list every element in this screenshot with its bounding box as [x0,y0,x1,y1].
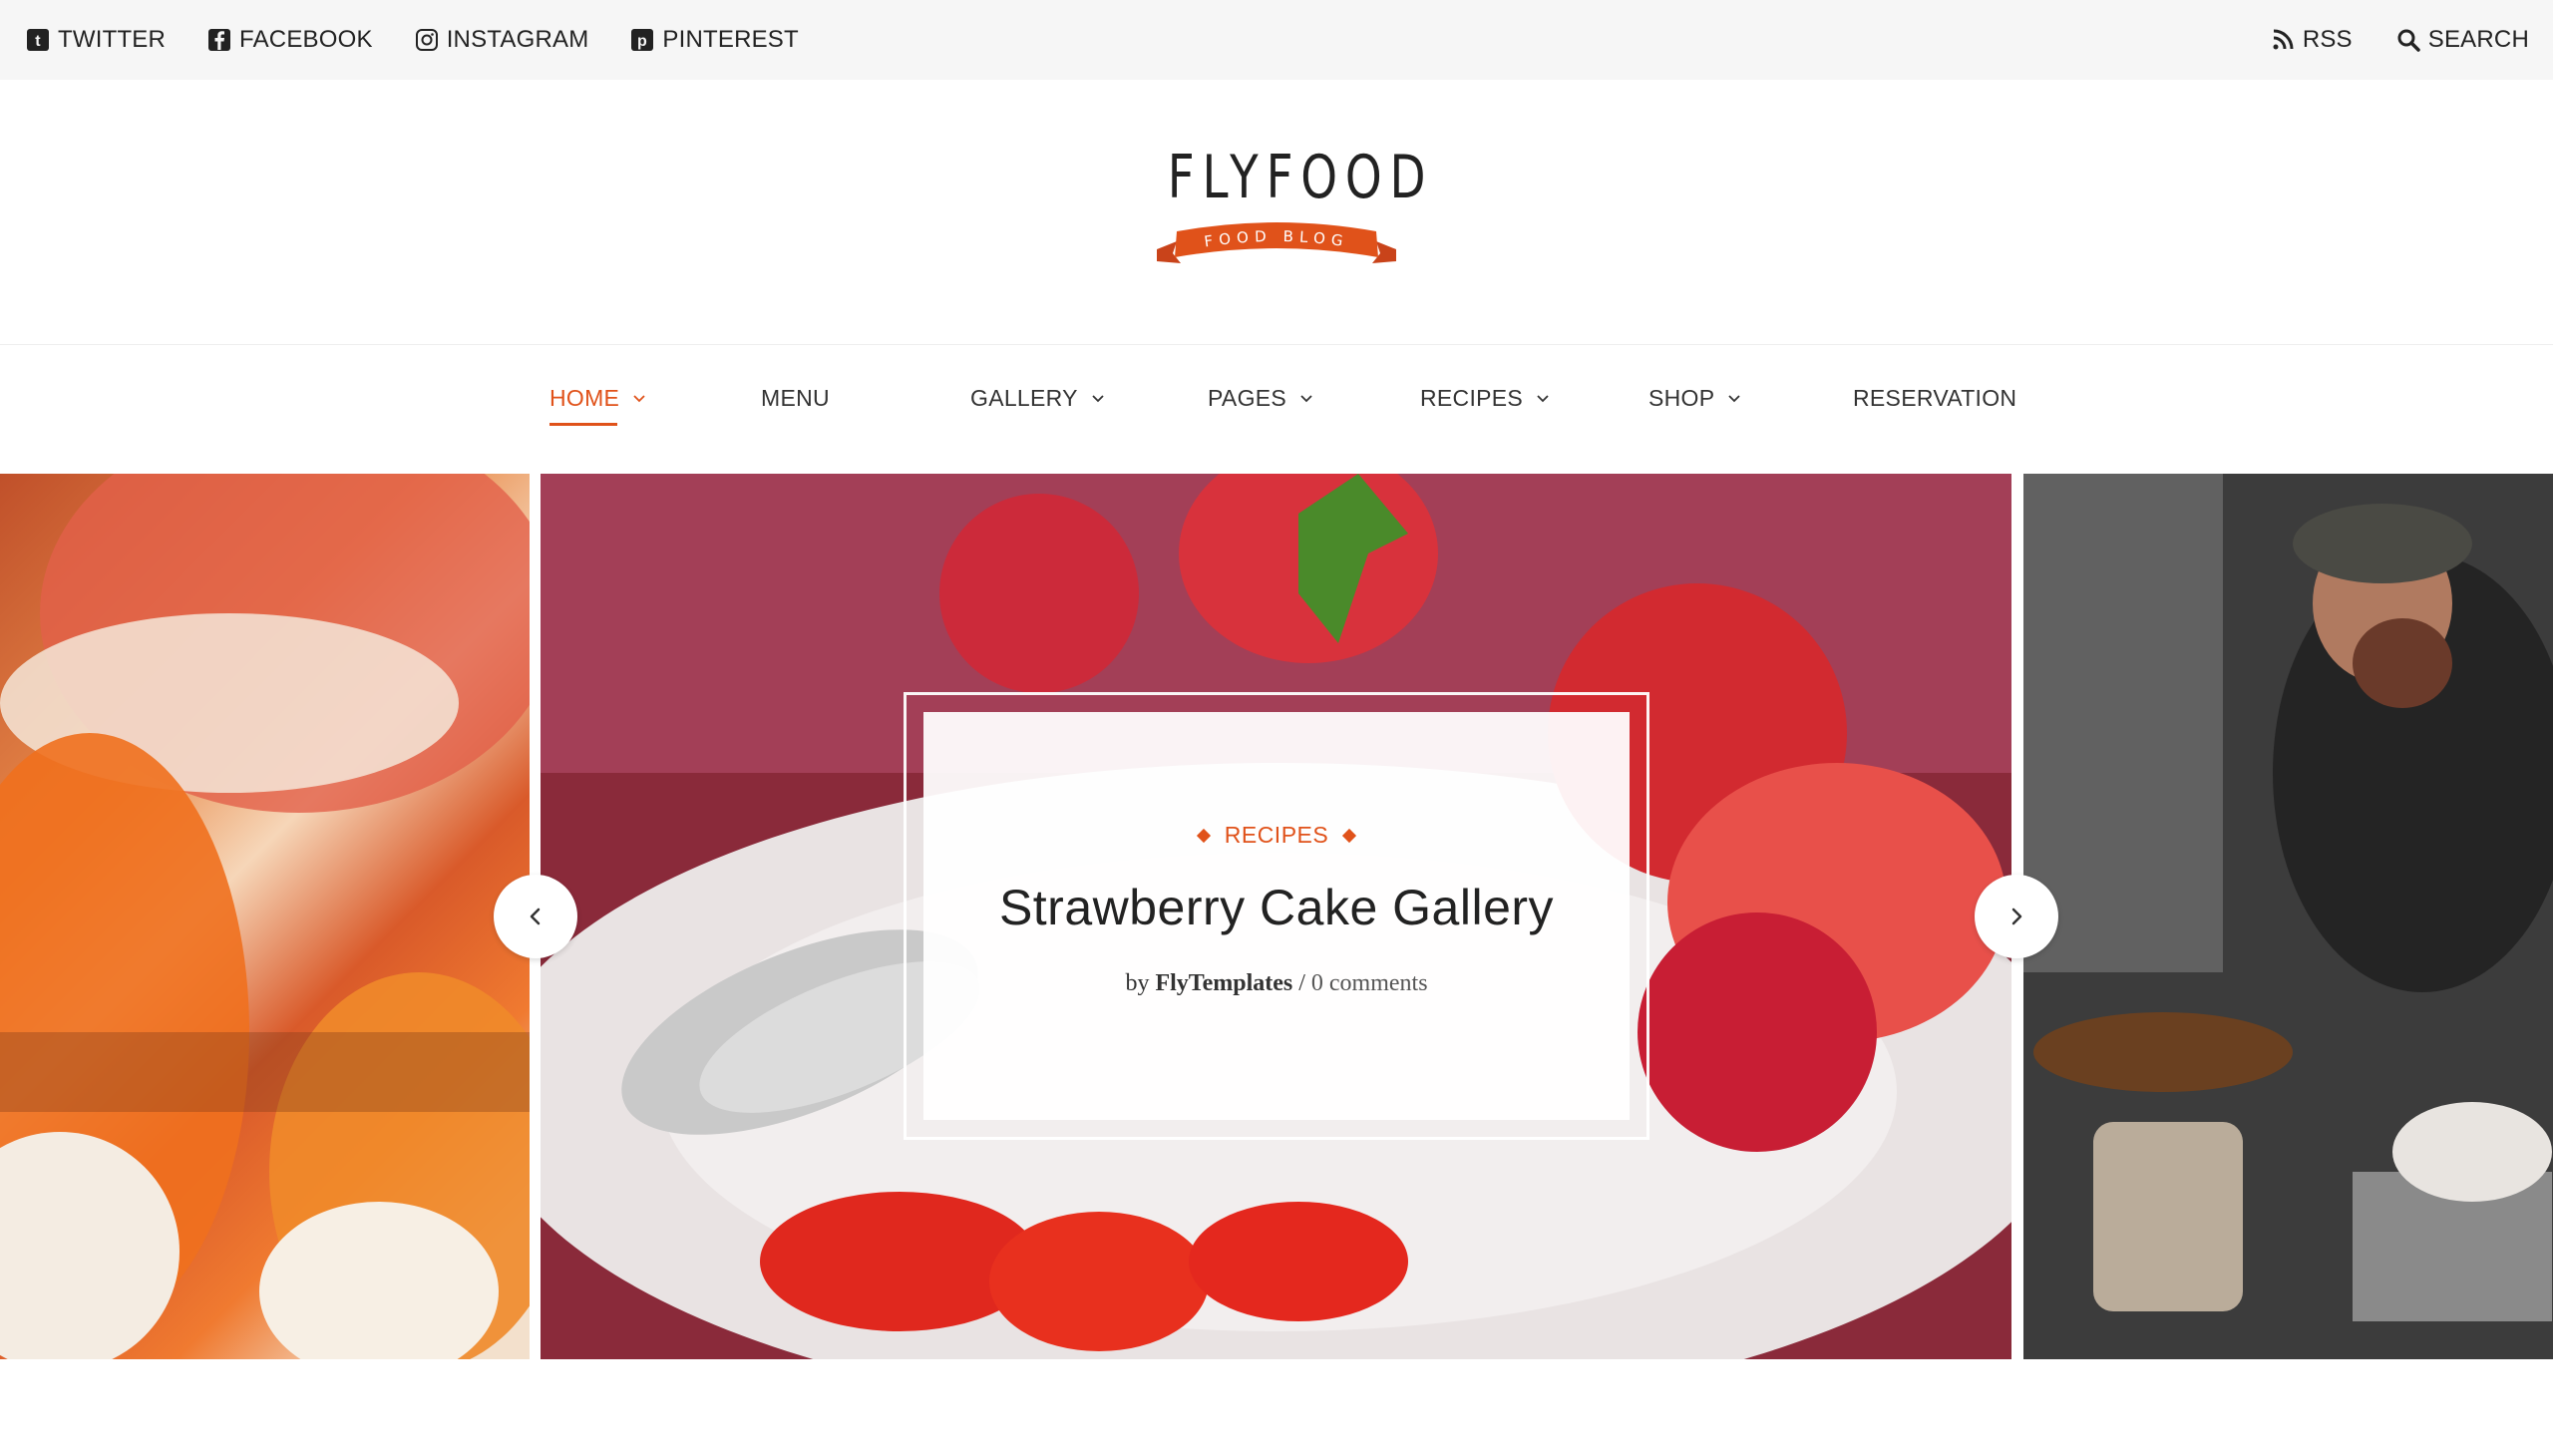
pinterest-link[interactable]: p PINTEREST [630,26,799,54]
nav-home-label: HOME [549,385,620,411]
logo-ribbon: FOOD BLOG [1157,222,1396,263]
prev-slide-button[interactable] [494,875,577,958]
instagram-link[interactable]: INSTAGRAM [415,26,589,54]
instagram-icon [415,29,438,51]
slide-image-sushi[interactable] [0,474,530,1359]
nav-pages-label: PAGES [1208,385,1287,411]
chevron-down-icon [633,394,645,402]
nav-item-shop[interactable]: SHOP [1648,385,1741,412]
chevron-left-icon [530,908,541,925]
meta-separator: / [1298,970,1305,996]
chef-photo [2023,474,2553,1359]
by-prefix: by [1125,970,1150,996]
site-logo[interactable]: FLYFOOD FOOD BLOG [1137,138,1434,287]
comments-link[interactable]: 0 comments [1311,970,1428,996]
svg-text:t: t [35,33,41,50]
next-slide-button[interactable] [1975,875,2058,958]
nav-menu-label: MENU [761,385,830,411]
nav-item-home[interactable]: HOME [549,385,645,426]
chevron-right-icon [2011,908,2022,925]
top-bar: t TWITTER FACEBOOK INSTAGRAM p PINTEREST… [0,0,2553,80]
main-nav: HOME MENU GALLERY PAGES RECIPES SHOP RES… [0,344,2553,474]
nav-reservation-label: RESERVATION [1853,385,2017,411]
nav-item-menu[interactable]: MENU [761,385,830,412]
chevron-down-icon [1537,394,1549,402]
tumblr-icon: t [27,29,49,51]
rss-label: RSS [2302,26,2353,53]
nav-gallery-label: GALLERY [970,385,1078,411]
chevron-down-icon [1092,394,1104,402]
nav-item-gallery[interactable]: GALLERY [970,385,1104,412]
diamond-icon [1196,828,1211,843]
category-label: RECIPES [1224,822,1329,848]
utility-links: RSS SEARCH [2271,26,2529,54]
author-link[interactable]: FlyTemplates [1155,970,1292,996]
post-meta: by FlyTemplates / 0 comments [923,970,1630,997]
pinterest-icon: p [631,29,654,51]
rss-link[interactable]: RSS [2271,26,2353,54]
nav-shop-label: SHOP [1648,385,1715,411]
diamond-icon [1342,828,1357,843]
svg-text:p: p [637,33,647,50]
search-icon [2397,29,2420,52]
search-link[interactable]: SEARCH [2396,26,2529,54]
facebook-icon [208,29,231,51]
nav-item-reservation[interactable]: RESERVATION [1853,385,2016,412]
twitter-link[interactable]: t TWITTER [26,26,166,54]
social-links: t TWITTER FACEBOOK INSTAGRAM p PINTEREST [26,26,799,54]
facebook-label: FACEBOOK [239,26,373,53]
slide-caption: RECIPES Strawberry Cake Gallery by FlyTe… [923,712,1630,1120]
nav-item-pages[interactable]: PAGES [1208,385,1312,412]
twitter-label: TWITTER [58,26,167,53]
facebook-link[interactable]: FACEBOOK [207,26,373,54]
slide-title[interactable]: Strawberry Cake Gallery [923,879,1630,936]
chevron-down-icon [1728,394,1741,402]
sushi-photo [0,474,530,1359]
rss-icon [2273,29,2294,50]
hero-slider: RECIPES Strawberry Cake Gallery by FlyTe… [0,474,2553,1359]
chevron-down-icon [1300,394,1312,402]
nav-recipes-label: RECIPES [1420,385,1524,411]
slide-image-chef[interactable] [2023,474,2553,1359]
instagram-label: INSTAGRAM [446,26,589,53]
category-tag[interactable]: RECIPES [923,822,1630,849]
search-label: SEARCH [2427,26,2529,53]
nav-item-recipes[interactable]: RECIPES [1420,385,1549,412]
pinterest-label: PINTEREST [662,26,799,53]
logo-name: FLYFOOD [1167,143,1434,212]
